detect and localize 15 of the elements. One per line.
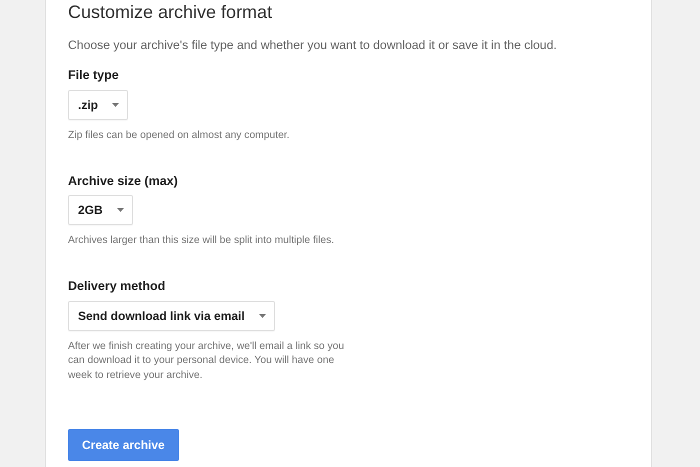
hint-text: Archives larger than this size will be split into multiple files.: [68, 234, 336, 248]
dropdown[interactable]: .zip: [68, 90, 128, 120]
create-archive-button[interactable]: Create archive: [68, 429, 179, 462]
field-label: File type: [68, 67, 120, 84]
field-label: Delivery method: [68, 278, 166, 295]
dropdown[interactable]: Send download link via email: [68, 300, 275, 331]
dropdown[interactable]: 2GB: [68, 195, 133, 226]
description-text: Choose your archive's file type and whether you want to download it or save it in the cloud.: [68, 37, 558, 54]
field-label: Archive size (max): [68, 172, 179, 190]
hint-text: Zip files can be opened on almost any computer.: [68, 129, 291, 144]
caret-icon: [258, 314, 266, 318]
section-title: Customize archive format: [68, 1, 274, 23]
caret-icon: [112, 103, 119, 108]
hint-text: After we finish creating your archive, we'll email a link so you can download it to your personal device. You will have one week to retrieve your archive.: [68, 340, 346, 383]
caret-icon: [116, 208, 124, 212]
